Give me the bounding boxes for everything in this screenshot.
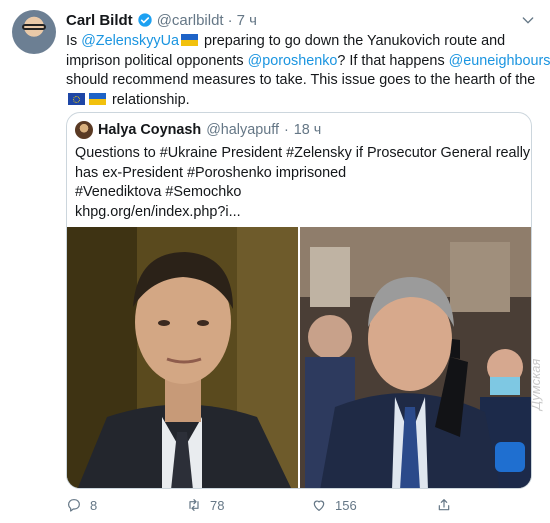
author-avatar[interactable] <box>12 10 56 54</box>
tweet-timestamp[interactable]: 7 ч <box>237 12 257 29</box>
quoted-tweet-text: Questions to #Ukraine President #Zelensk… <box>75 144 531 222</box>
photo-zelensky[interactable] <box>67 227 298 488</box>
header-separator: · <box>227 11 233 29</box>
quoted-text-line: Questions to #Ukraine President #Zelensk… <box>75 145 531 161</box>
ukraine-flag-icon <box>89 92 106 105</box>
tweet-text-line: imprison political opponents @poroshenko… <box>66 52 550 72</box>
tweet-text-line: Is @ZelenskyyUa preparing to go down the… <box>66 32 536 52</box>
quoted-text-line: #Venediktova #Semochko <box>75 184 242 200</box>
quoted-header-separator: · <box>283 122 289 138</box>
tweet-text-segment: relationship. <box>108 91 190 108</box>
heart-icon[interactable] <box>311 497 327 513</box>
tweet-actions: 8 78 156 <box>66 497 536 517</box>
reply-action[interactable]: 8 <box>66 497 97 513</box>
quoted-media[interactable] <box>67 227 531 488</box>
quoted-text-line: khpg.org/en/index.php?i... <box>75 203 241 220</box>
ukraine-flag-icon <box>181 34 198 46</box>
retweet-count: 78 <box>210 497 225 513</box>
quoted-tweet-timestamp: 18 ч <box>293 122 322 138</box>
quoted-tweet-header: Halya Coynash @halyapuff · 18 ч <box>75 121 321 139</box>
quoted-author-name: Halya Coynash <box>98 122 202 138</box>
author-name[interactable]: Carl Bildt <box>66 12 133 29</box>
retweet-action[interactable]: 78 <box>186 497 224 513</box>
tweet-text-line: should recommend measures to take. This … <box>66 71 536 91</box>
verified-badge-icon <box>138 13 152 27</box>
reply-icon[interactable] <box>66 497 82 513</box>
tweet-text-segment: should recommend measures to take. This … <box>66 72 536 88</box>
tweet-text: Is @ZelenskyyUa preparing to go down the… <box>66 32 550 111</box>
photo-zelensky-illustration <box>67 227 298 488</box>
like-action[interactable]: 156 <box>311 497 357 513</box>
tweet-card[interactable]: Carl Bildt @carlbildt · 7 ч Is @Zelensky… <box>0 0 550 523</box>
tweet-text-segment: imprison political opponents <box>66 52 248 69</box>
mention-link[interactable]: @poroshenko <box>248 53 338 69</box>
reply-count: 8 <box>90 497 98 513</box>
photo-poroshenko-illustration <box>300 227 531 488</box>
share-icon[interactable] <box>436 497 452 513</box>
watermark: Думская <box>528 358 543 410</box>
tweet-text-segment: preparing to go down the Yanukovich rout… <box>200 33 506 49</box>
quoted-author-avatar <box>75 121 93 139</box>
mention-link[interactable]: @euneighbours <box>449 53 550 69</box>
share-action[interactable] <box>436 497 452 513</box>
quoted-tweet[interactable]: Halya Coynash @halyapuff · 18 ч Question… <box>66 112 532 489</box>
like-count: 156 <box>335 497 357 513</box>
mention-link[interactable]: @ZelenskyyUa <box>81 33 179 49</box>
eu-flag-icon <box>68 92 85 105</box>
photo-poroshenko[interactable] <box>300 227 531 488</box>
tweet-text-segment: Is <box>66 33 82 49</box>
tweet-header: Carl Bildt @carlbildt · 7 ч <box>66 10 257 30</box>
author-handle[interactable]: @carlbildt <box>157 12 224 29</box>
quoted-text-line: has ex-President #Poroshenko imprisoned <box>75 164 347 181</box>
retweet-icon[interactable] <box>186 497 202 513</box>
tweet-text-segment: ? If that happens <box>337 52 449 69</box>
tweet-text-line: relationship. <box>66 91 536 111</box>
quoted-author-handle: @halyapuff <box>206 122 279 138</box>
chevron-down-icon[interactable] <box>520 12 536 28</box>
avatar-glasses <box>22 24 46 30</box>
